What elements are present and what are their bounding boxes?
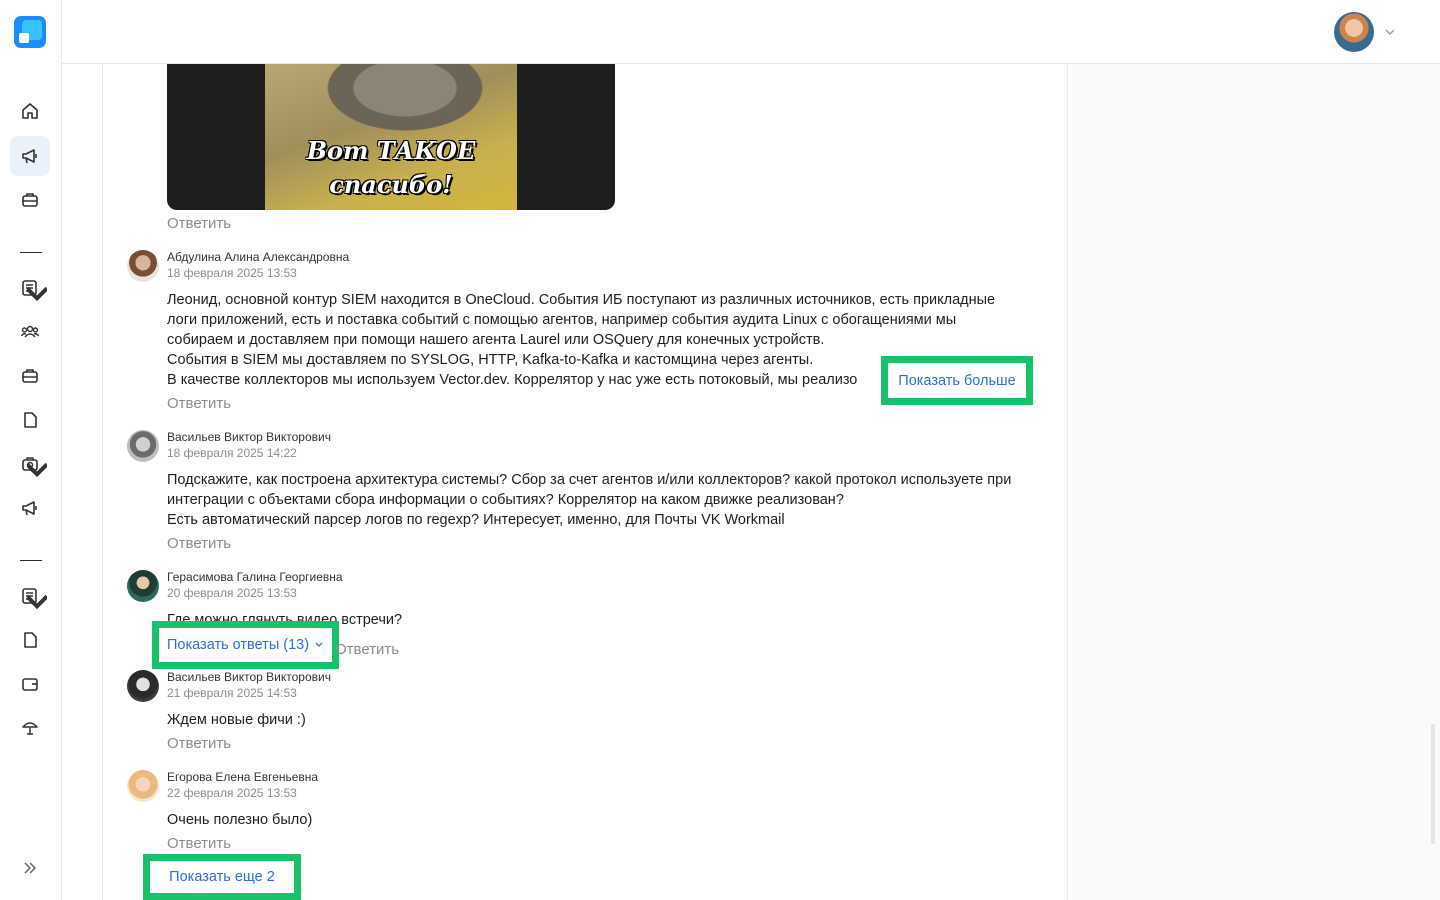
file-icon <box>24 412 37 428</box>
wallet-icon <box>22 678 38 691</box>
comment-author[interactable]: Абдулина Алина Александровна <box>167 250 349 264</box>
nav-announcements[interactable] <box>10 488 50 528</box>
avatar[interactable] <box>127 670 159 702</box>
megaphone-icon <box>22 149 37 164</box>
umbrella-icon <box>22 722 38 735</box>
comment-line: логи приложений, есть и поставка событий… <box>167 312 957 328</box>
avatar[interactable] <box>127 430 159 462</box>
home-icon <box>22 103 38 119</box>
cat-photo: Вот ТАКОЕ спасибо! <box>265 64 517 210</box>
user-avatar[interactable] <box>1334 12 1374 52</box>
sidebar-divider <box>20 560 42 561</box>
nav-documents-2[interactable] <box>10 576 50 616</box>
nav-briefcase[interactable] <box>10 356 50 396</box>
comment-author[interactable]: Васильев Виктор Викторович <box>167 670 331 684</box>
comment-author[interactable]: Герасимова Галина Георгиевна <box>167 570 343 584</box>
reply-button[interactable]: Ответить <box>335 641 399 658</box>
reply-button[interactable]: Ответить <box>167 535 231 552</box>
comment-date: 18 февраля 2025 14:22 <box>167 446 297 460</box>
sidebar-expand-button[interactable] <box>10 848 50 888</box>
briefcase-icon <box>22 369 38 383</box>
comment-line: Подскажите, как построена архитектура си… <box>167 472 1012 488</box>
scrollbar[interactable] <box>1431 724 1435 844</box>
show-more-comments-button[interactable]: Показать еще 2 <box>169 869 275 885</box>
show-more-comments-highlight: Показать еще 2 <box>143 854 301 900</box>
comment-date: 18 февраля 2025 13:53 <box>167 266 297 280</box>
show-replies-link[interactable]: Показать ответы (13) <box>167 637 309 653</box>
file-icon <box>24 632 37 648</box>
right-panel <box>1068 64 1440 900</box>
sidebar-divider <box>20 252 42 253</box>
app-logo[interactable] <box>14 16 46 48</box>
comment-text: Подскажите, как построена архитектура си… <box>167 470 1047 530</box>
image-caption-line2: спасибо! <box>329 170 453 199</box>
comment-date: 20 февраля 2025 13:53 <box>167 586 297 600</box>
people-icon <box>20 325 40 338</box>
avatar[interactable] <box>127 770 159 802</box>
comment-line: Леонид, основной контур SIEM находится в… <box>167 292 996 308</box>
reply-button[interactable]: Ответить <box>167 395 231 412</box>
nav-services[interactable] <box>10 180 50 220</box>
comment-date: 21 февраля 2025 14:53 <box>167 686 297 700</box>
reply-button[interactable]: Ответить <box>167 215 231 232</box>
comment-author[interactable]: Васильев Виктор Викторович <box>167 430 331 444</box>
avatar[interactable] <box>127 250 159 282</box>
comment-line: интеграции с объектами сбора информации … <box>167 492 844 508</box>
show-more-link[interactable]: Показать больше <box>898 373 1015 389</box>
reply-button[interactable]: Ответить <box>167 735 231 752</box>
nav-wallet[interactable] <box>10 664 50 704</box>
image-caption-line1: Вот ТАКОЕ <box>306 136 476 165</box>
chevron-down-icon[interactable] <box>1384 26 1396 38</box>
chevron-down-icon <box>315 642 323 647</box>
sidebar <box>0 0 62 900</box>
comment-line: Ждем новые фичи :) <box>167 712 306 728</box>
top-bar <box>62 0 1440 64</box>
nav-bots[interactable] <box>10 444 50 484</box>
comment-image[interactable]: Вот ТАКОЕ спасибо! <box>167 64 615 210</box>
megaphone-icon <box>22 501 37 516</box>
chevron-down-icon <box>27 462 47 478</box>
nav-news[interactable] <box>10 136 50 176</box>
comments-feed: Вот ТАКОЕ спасибо! Ответить Абдулина Али… <box>102 64 1068 900</box>
comment-line: собираем и доставляем при помощи нашего … <box>167 332 825 348</box>
nav-people[interactable] <box>10 312 50 352</box>
chevron-down-icon <box>27 286 47 302</box>
app-window: Вот ТАКОЕ спасибо! Ответить Абдулина Али… <box>0 0 1440 900</box>
nav-files[interactable] <box>10 400 50 440</box>
nav-home[interactable] <box>10 91 50 131</box>
nav-files-2[interactable] <box>10 620 50 660</box>
comment-text: Очень полезно было) <box>167 810 1047 830</box>
comment-line: Очень полезно было) <box>167 812 313 828</box>
comment-date: 22 февраля 2025 13:53 <box>167 786 297 800</box>
reply-button[interactable]: Ответить <box>167 835 231 852</box>
briefcase-icon <box>22 193 38 207</box>
show-more-highlight: Показать больше <box>881 356 1033 405</box>
comment-text: Ждем новые фичи :) <box>167 710 1047 730</box>
nav-documents[interactable] <box>10 268 50 308</box>
nav-vacation[interactable] <box>10 708 50 748</box>
avatar[interactable] <box>127 570 159 602</box>
expand-icon <box>24 862 37 874</box>
comment-line: Есть автоматический парсер логов по rege… <box>167 512 785 528</box>
chevron-down-icon <box>27 594 47 610</box>
comment-author[interactable]: Егорова Елена Евгеньевна <box>167 770 318 784</box>
show-replies-highlight: Показать ответы (13) <box>152 621 339 669</box>
